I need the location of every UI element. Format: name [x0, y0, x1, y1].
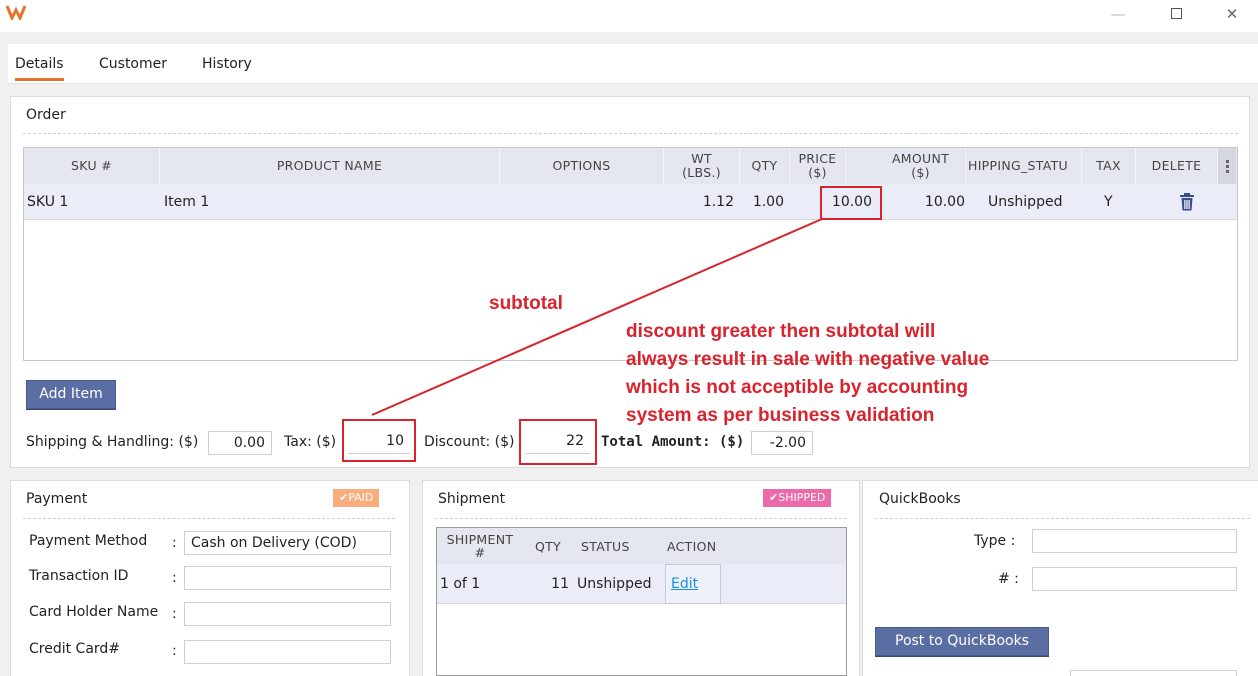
annotation-note: discount greater then subtotal will alwa… — [626, 318, 989, 430]
shipment-title: Shipment — [438, 491, 506, 507]
shipment-grid: SHIPMENT # QTY STATUS ACTION 1 of 1 11 U… — [436, 527, 847, 676]
payment-title: Payment — [26, 491, 88, 507]
transaction-id-label: Transaction ID — [29, 568, 129, 584]
annotation-line: which is not acceptible by accounting — [626, 377, 969, 398]
card-holder-label: Card Holder Name — [29, 604, 159, 620]
colon: : — [172, 606, 177, 622]
colon: : — [172, 643, 177, 659]
cell-shipment: 1 of 1 — [440, 576, 481, 592]
shipped-badge: ✔SHIPPED — [763, 489, 832, 507]
shipment-grid-header: SHIPMENT # QTY STATUS ACTION — [437, 528, 846, 564]
annotation-line: discount greater then subtotal will — [626, 321, 936, 342]
check-icon: ✔ — [769, 491, 779, 504]
type-label: Type : — [974, 533, 1016, 549]
colon: : — [172, 535, 177, 551]
edit-link[interactable]: Edit — [671, 565, 698, 603]
credit-card-field[interactable] — [184, 640, 391, 664]
col-qty[interactable]: QTY — [523, 528, 573, 564]
credit-card-label: Credit Card# — [29, 641, 121, 657]
payment-method-field[interactable]: Cash on Delivery (COD) — [184, 531, 391, 555]
check-icon: ✔ — [339, 491, 349, 504]
extra-field[interactable] — [1070, 670, 1237, 676]
payment-method-label: Payment Method — [29, 533, 148, 549]
number-label: # : — [998, 571, 1019, 587]
colon: : — [172, 570, 177, 586]
type-field[interactable] — [1032, 529, 1237, 553]
annotation-line: always result in sale with negative valu… — [626, 349, 990, 370]
cell-status: Unshipped — [577, 576, 652, 592]
cell-qty: 11 — [551, 576, 569, 592]
divider — [435, 518, 847, 519]
col-action[interactable]: ACTION — [663, 528, 723, 564]
col-shipment[interactable]: SHIPMENT # — [437, 528, 523, 564]
action-cell: Edit — [665, 564, 721, 604]
transaction-id-field[interactable] — [184, 566, 391, 590]
number-field[interactable] — [1032, 567, 1237, 591]
card-holder-field[interactable] — [184, 602, 391, 626]
quickbooks-title: QuickBooks — [879, 491, 961, 507]
divider — [23, 518, 395, 519]
divider — [875, 518, 1250, 519]
table-row[interactable]: 1 of 1 11 Unshipped Edit — [437, 564, 846, 604]
col-status[interactable]: STATUS — [573, 528, 663, 564]
annotation-line: system as per business validation — [626, 405, 935, 426]
annotation-subtotal: subtotal — [489, 293, 563, 314]
paid-badge: ✔PAID — [333, 489, 380, 507]
post-to-quickbooks-button[interactable]: Post to QuickBooks — [875, 627, 1049, 656]
